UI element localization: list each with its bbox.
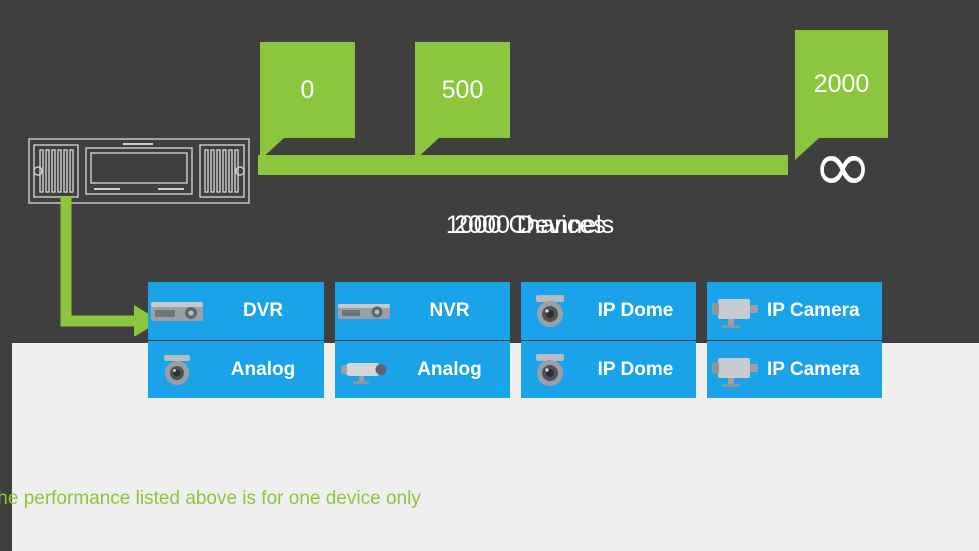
nvr-icon xyxy=(335,291,393,331)
infinity-icon: ∞ xyxy=(812,124,873,208)
tile-ip-camera-2-label: IP Camera xyxy=(767,358,860,380)
scale-bubble-0-value: 0 xyxy=(300,75,315,104)
ip-camera-icon xyxy=(707,291,765,331)
ip-dome-icon xyxy=(521,291,579,331)
scale-bubble-0: 0 xyxy=(260,42,355,160)
analog-dome-icon xyxy=(148,350,206,390)
nvr-chassis-illustration xyxy=(28,138,250,204)
tile-analog-1[interactable]: Analog xyxy=(148,341,324,398)
ip-camera-icon xyxy=(707,350,765,390)
dvr-icon xyxy=(148,291,206,331)
tile-dvr-label: DVR xyxy=(242,300,284,321)
tile-ip-camera-1[interactable]: IP Camera xyxy=(707,282,882,340)
tile-ip-dome-2[interactable]: IP Dome xyxy=(521,341,696,398)
footnote-text: the performance listed above is for one … xyxy=(0,488,421,509)
analog-bullet-icon xyxy=(335,350,393,390)
capacity-track-bar xyxy=(258,155,788,175)
tile-ip-camera-1-label: IP Camera xyxy=(767,300,860,321)
tile-nvr-label: NVR xyxy=(429,300,470,321)
tile-analog-1-label: Analog xyxy=(230,358,296,380)
scale-bubble-2000-value: 2000 xyxy=(813,69,870,98)
scale-bubble-500: 500 xyxy=(415,42,510,160)
lower-band-left-edge xyxy=(0,343,12,551)
tile-ip-camera-2[interactable]: IP Camera xyxy=(707,341,882,398)
tile-analog-2[interactable]: Analog xyxy=(335,341,510,398)
scale-bubble-2000: 2000 xyxy=(795,30,888,160)
slide-canvas: 0 500 2000 ∞ 2000 Devices 1000 Channels … xyxy=(0,0,979,551)
scale-bubble-500-value: 500 xyxy=(441,75,484,104)
ip-dome-icon xyxy=(521,350,579,390)
tile-nvr[interactable]: NVR xyxy=(335,282,510,340)
tile-dvr[interactable]: DVR xyxy=(148,282,324,340)
caption-channels: 1000 Channels xyxy=(445,211,615,239)
tile-ip-dome-1[interactable]: IP Dome xyxy=(521,282,696,340)
tile-analog-2-label: Analog xyxy=(417,358,482,380)
tile-ip-dome-1-label: IP Dome xyxy=(597,300,674,321)
tile-ip-dome-2-label: IP Dome xyxy=(597,358,674,380)
capacity-captions: 2000 Devices 1000 Channels xyxy=(330,208,730,244)
